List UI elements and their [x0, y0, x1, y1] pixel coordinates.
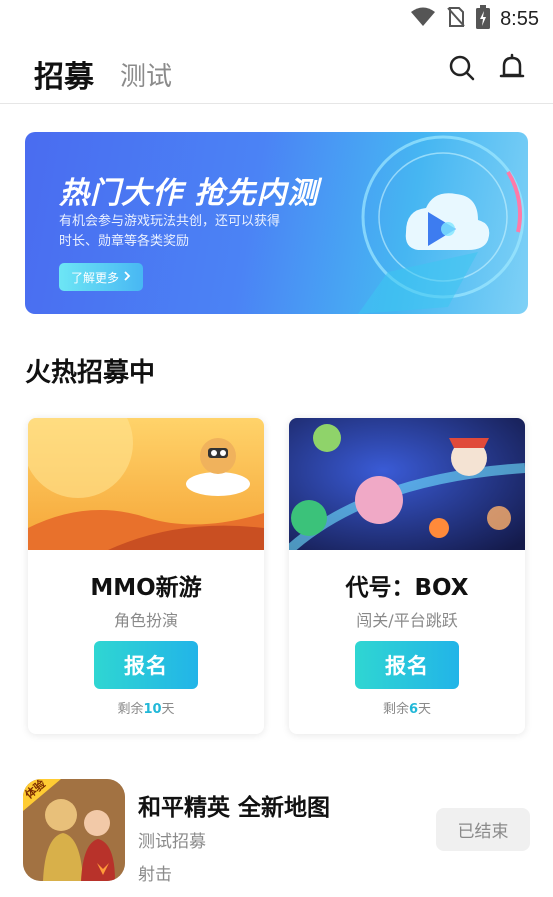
battery-charging-icon — [476, 5, 491, 33]
game-icon: 体验 — [23, 779, 125, 881]
promo-banner[interactable]: 热门大作 抢先内测 有机会参与游戏玩法共创，还可以获得 时长、勋章等各类奖励 了… — [25, 132, 528, 314]
chevron-right-icon — [123, 270, 131, 284]
banner-description: 有机会参与游戏玩法共创，还可以获得 时长、勋章等各类奖励 — [59, 212, 309, 252]
learn-more-button[interactable]: 了解更多 — [59, 263, 143, 291]
tab-recruit[interactable]: 招募 — [34, 52, 94, 96]
ended-status-button[interactable]: 已结束 — [436, 808, 530, 851]
remain-prefix: 剩余 — [382, 702, 409, 717]
card-title: 代号：BOX — [345, 575, 469, 601]
list-item-genre: 射击 — [138, 865, 172, 885]
card-cover-image — [289, 418, 525, 550]
recruit-card-box[interactable]: 代号：BOX 闯关/平台跳跃 报名 剩余6天 — [289, 418, 525, 734]
remain-suffix: 天 — [418, 702, 432, 717]
signup-button[interactable]: 报名 — [94, 641, 198, 689]
section-title: 火热招募中 — [25, 358, 156, 388]
days-remaining: 剩余6天 — [289, 698, 525, 717]
remain-prefix: 剩余 — [117, 702, 144, 717]
search-button[interactable] — [446, 54, 478, 86]
card-genre: 闯关/平台跳跃 — [356, 611, 458, 630]
status-icons: 8:55 — [410, 5, 539, 33]
signup-button[interactable]: 报名 — [355, 641, 459, 689]
card-genre: 角色扮演 — [113, 611, 178, 630]
app-header: 招募 测试 — [0, 38, 553, 104]
tab-test[interactable]: 测试 — [120, 56, 172, 93]
status-time: 8:55 — [500, 7, 539, 30]
recruit-card-mmo[interactable]: MMO新游 角色扮演 报名 剩余10天 — [28, 418, 264, 734]
status-bar: 8:55 — [0, 0, 553, 38]
banner-desc-line-1: 有机会参与游戏玩法共创，还可以获得 — [59, 214, 281, 229]
card-cover-image — [28, 418, 264, 550]
remain-days: 10 — [143, 702, 162, 717]
search-icon — [448, 54, 476, 86]
banner-title: 热门大作 抢先内测 — [59, 176, 319, 211]
days-remaining: 剩余10天 — [28, 698, 264, 717]
learn-more-label: 了解更多 — [70, 270, 119, 285]
banner-desc-line-2: 时长、勋章等各类奖励 — [59, 234, 190, 249]
no-sim-icon — [446, 6, 466, 32]
list-item-title: 和平精英 全新地图 — [138, 795, 331, 821]
list-item-type: 测试招募 — [138, 832, 206, 852]
bell-icon — [498, 53, 526, 87]
notification-button[interactable] — [496, 53, 528, 87]
remain-suffix: 天 — [161, 702, 175, 717]
list-item[interactable]: 体验 和平精英 全新地图 测试招募 射击 已结束 — [0, 770, 553, 897]
wifi-icon — [410, 7, 436, 31]
card-title: MMO新游 — [90, 575, 202, 601]
cloud-games-illustration — [358, 135, 525, 314]
remain-days: 6 — [408, 702, 419, 717]
